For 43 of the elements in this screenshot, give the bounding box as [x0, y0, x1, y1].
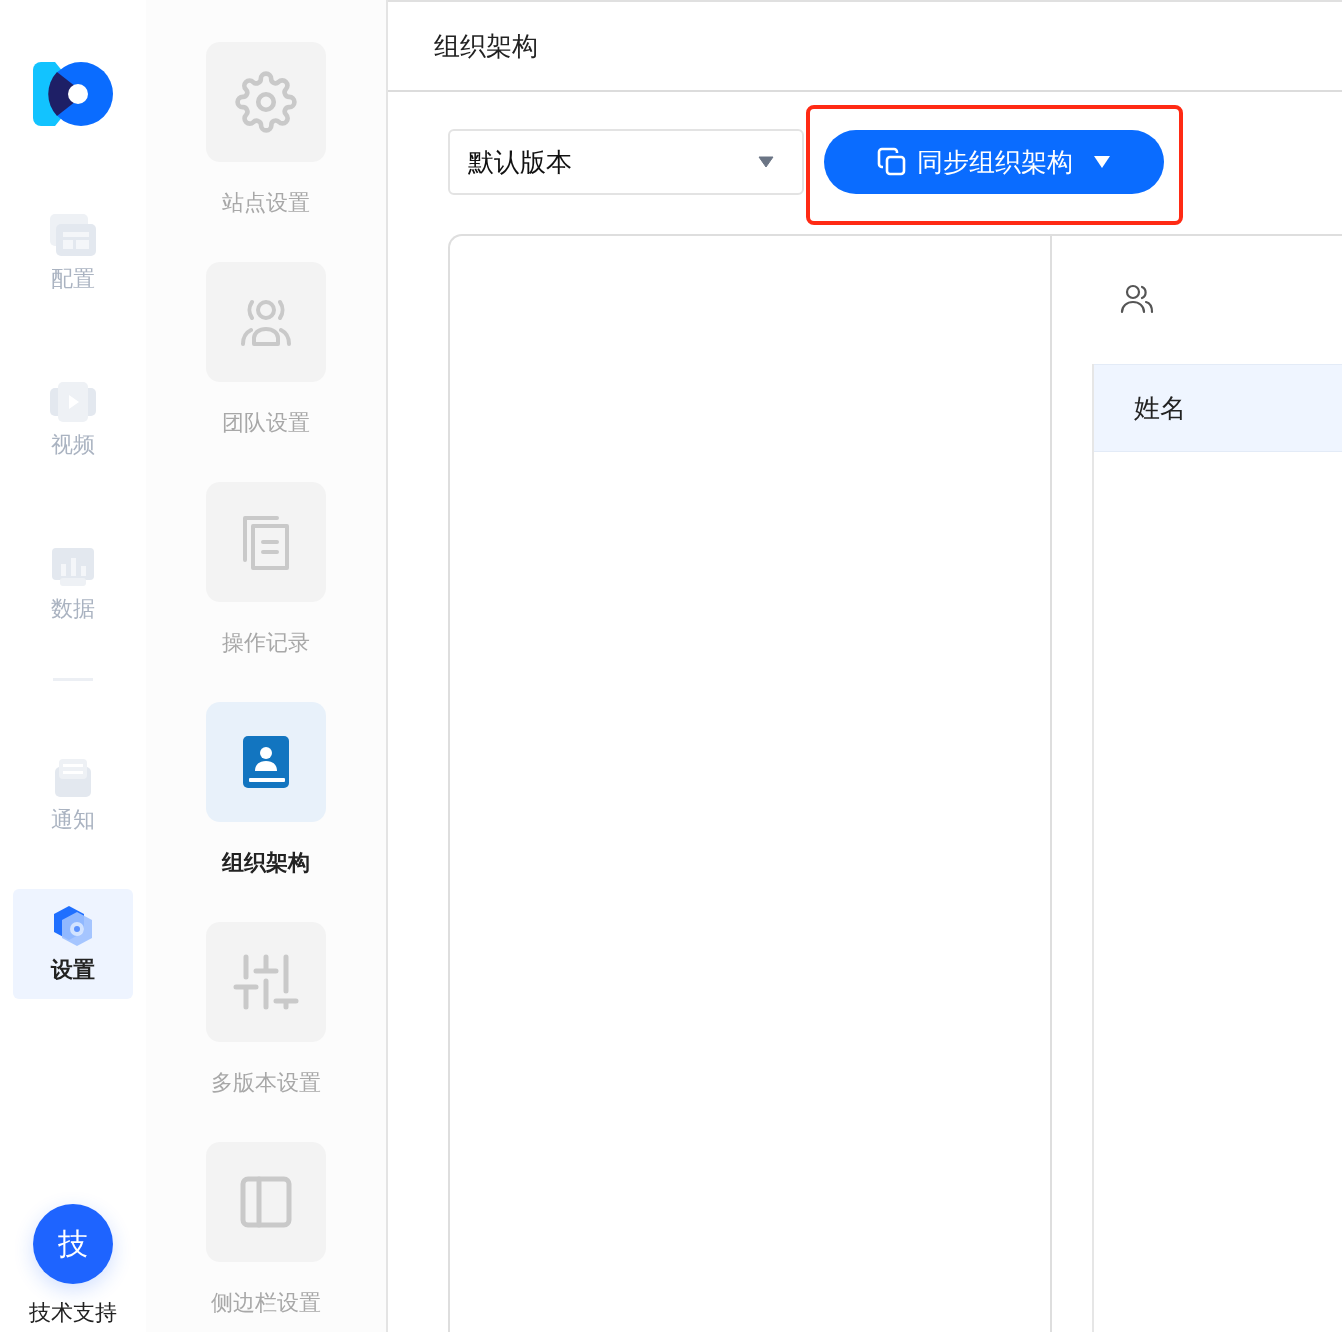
- documents-icon: [241, 514, 291, 570]
- settings-tile[interactable]: [206, 42, 326, 162]
- version-select[interactable]: 默认版本: [448, 129, 804, 195]
- nav-item[interactable]: 配置: [13, 198, 133, 308]
- settings-hexagon-icon: [52, 905, 94, 947]
- nav-item[interactable]: 设置: [13, 889, 133, 999]
- settings-tile[interactable]: [206, 922, 326, 1042]
- settings-label[interactable]: 站点设置: [222, 190, 310, 216]
- sliders-icon: [233, 954, 299, 1010]
- nav-label: 配置: [51, 265, 95, 293]
- settings-tile[interactable]: [206, 702, 326, 822]
- users-icon: [1120, 284, 1154, 314]
- settings-tile[interactable]: [206, 262, 326, 382]
- bar-chart-icon: [52, 548, 94, 586]
- support-button[interactable]: 技: [33, 1204, 113, 1284]
- inbox-icon: [55, 759, 91, 797]
- caret-icon: [758, 156, 774, 168]
- page-title: 组织架构: [434, 29, 538, 63]
- contact-book-icon: [243, 736, 289, 788]
- nav-item[interactable]: 数据: [13, 532, 133, 638]
- nav-item[interactable]: 通知: [13, 743, 133, 849]
- nav-label: 视频: [51, 431, 95, 459]
- settings-label[interactable]: 侧边栏设置: [211, 1290, 321, 1316]
- layout-icon: [50, 214, 96, 256]
- gear-icon: [235, 71, 297, 133]
- nav-label: 数据: [51, 595, 95, 623]
- settings-label[interactable]: 操作记录: [222, 630, 310, 656]
- sidebar-layout-icon: [240, 1176, 292, 1228]
- logo[interactable]: [33, 62, 113, 126]
- video-icon: [50, 382, 96, 422]
- nav-label: 设置: [51, 956, 95, 984]
- support-label: 技术支持: [29, 1299, 117, 1327]
- settings-label[interactable]: 团队设置: [222, 410, 310, 436]
- settings-label[interactable]: 组织架构: [222, 850, 310, 876]
- nav-item[interactable]: 视频: [13, 366, 133, 474]
- settings-tile[interactable]: [206, 1142, 326, 1262]
- column-header: 姓名: [1134, 391, 1186, 425]
- settings-tile[interactable]: [206, 482, 326, 602]
- settings-label[interactable]: 多版本设置: [211, 1070, 321, 1096]
- nav-label: 通知: [51, 806, 95, 834]
- caret-icon: [1093, 155, 1111, 169]
- copy-icon: [877, 147, 907, 177]
- sync-button[interactable]: 同步组织架构: [824, 130, 1164, 194]
